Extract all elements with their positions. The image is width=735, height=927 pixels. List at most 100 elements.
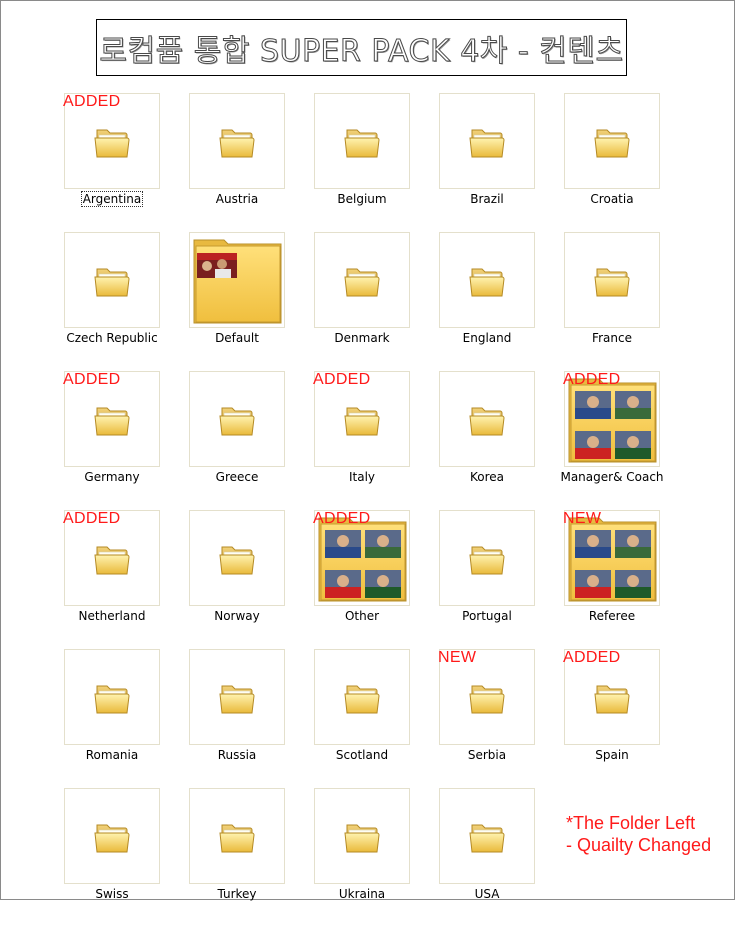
folder-label[interactable]: England [415,331,559,345]
folder-tile[interactable] [189,93,285,189]
folder-label-text: Serbia [467,748,507,762]
folder-label-text: Manager& Coach [560,470,664,484]
folder-label[interactable]: Denmark [290,331,434,345]
folder-label[interactable]: Other [290,609,434,623]
footnote-line-2: - Quailty Changed [566,835,712,855]
folder-tile[interactable] [189,232,285,328]
folder-tile[interactable] [314,93,410,189]
folder-item[interactable]: Austria [185,93,305,232]
folder-label[interactable]: Portugal [415,609,559,623]
folder-label[interactable]: Netherland [40,609,184,623]
folder-icon [218,402,256,442]
folder-tile[interactable] [314,232,410,328]
folder-tile[interactable] [564,93,660,189]
folder-tile[interactable] [64,788,160,884]
folder-item[interactable]: Korea [435,371,555,510]
folder-label[interactable]: Czech Republic [40,331,184,345]
folder-tile[interactable] [64,232,160,328]
folder-label[interactable]: Default [165,331,309,345]
folder-item[interactable]: Belgium [310,93,430,232]
folder-label[interactable]: Brazil [415,192,559,206]
folder-item[interactable]: France [560,232,680,371]
folder-label[interactable]: France [540,331,684,345]
folder-tile[interactable] [564,232,660,328]
folder-item[interactable]: Swiss [60,788,180,927]
folder-label[interactable]: Referee [540,609,684,623]
folder-item[interactable]: Scotland [310,649,430,788]
folder-item[interactable]: Russia [185,649,305,788]
folder-label[interactable]: USA [415,887,559,901]
folder-label-text: Russia [217,748,257,762]
status-badge: ADDED [563,649,621,666]
folder-tile[interactable] [439,788,535,884]
folder-item[interactable]: ADDED Netherland [60,510,180,649]
folder-label[interactable]: Belgium [290,192,434,206]
folder-label[interactable]: Greece [165,470,309,484]
folder-label-text: Croatia [590,192,634,206]
folder-item[interactable]: Romania [60,649,180,788]
folder-label[interactable]: Norway [165,609,309,623]
folder-item[interactable]: Turkey [185,788,305,927]
folder-label[interactable]: Croatia [540,192,684,206]
folder-label-text: Ukraina [338,887,386,901]
folder-tile[interactable] [189,371,285,467]
folder-item[interactable]: Ukraina [310,788,430,927]
folder-label-text: Austria [215,192,259,206]
folder-label-text: Italy [348,470,376,484]
folder-item[interactable]: NEW Serbia [435,649,555,788]
folder-label[interactable]: Manager& Coach [540,470,684,484]
folder-tile[interactable] [439,232,535,328]
folder-icon [593,124,631,164]
folder-tile[interactable] [314,649,410,745]
folder-label-text: Norway [214,609,260,623]
folder-icon [218,124,256,164]
folder-tile[interactable] [439,510,535,606]
folder-item[interactable]: Croatia [560,93,680,232]
folder-tile[interactable] [439,371,535,467]
folder-icon [468,124,506,164]
folder-item[interactable]: ADDED Germany [60,371,180,510]
folder-item[interactable]: USA [435,788,555,927]
folder-tile[interactable] [189,649,285,745]
folder-tile[interactable] [189,788,285,884]
folder-label[interactable]: Spain [540,748,684,762]
folder-tile[interactable] [189,510,285,606]
folder-item[interactable]: ADDED Argentina [60,93,180,232]
folder-item[interactable]: ADDED Spain [560,649,680,788]
folder-item[interactable]: ADDED Other [310,510,430,649]
folder-item[interactable]: ADDED Manager& Coach [560,371,680,510]
folder-item[interactable]: Denmark [310,232,430,371]
folder-label[interactable]: Turkey [165,887,309,901]
status-badge: ADDED [313,510,371,527]
folder-label[interactable]: Russia [165,748,309,762]
folder-tile[interactable] [314,788,410,884]
folder-tile[interactable] [439,93,535,189]
folder-item[interactable]: Portugal [435,510,555,649]
folder-item[interactable]: Greece [185,371,305,510]
folder-label[interactable]: Argentina [40,191,184,207]
folder-label[interactable]: Swiss [40,887,184,901]
status-badge: ADDED [63,93,121,110]
folder-icon [218,680,256,720]
folder-label[interactable]: Germany [40,470,184,484]
folder-item[interactable]: Czech Republic [60,232,180,371]
folder-tile[interactable] [64,649,160,745]
folder-item[interactable]: Default [185,232,305,371]
folder-item[interactable]: England [435,232,555,371]
folder-item[interactable]: NEW Referee [560,510,680,649]
folder-icon [218,541,256,581]
folder-label[interactable]: Serbia [415,748,559,762]
folder-label[interactable]: Italy [290,470,434,484]
folder-label[interactable]: Korea [415,470,559,484]
folder-icon [343,819,381,859]
folder-item[interactable]: Norway [185,510,305,649]
folder-label[interactable]: Austria [165,192,309,206]
folder-label[interactable]: Scotland [290,748,434,762]
folder-icon [93,680,131,720]
folder-label[interactable]: Ukraina [290,887,434,901]
folder-label[interactable]: Romania [40,748,184,762]
folder-item[interactable]: ADDED Italy [310,371,430,510]
folder-item[interactable]: Brazil [435,93,555,232]
status-badge: NEW [563,510,602,527]
folder-icon [468,541,506,581]
